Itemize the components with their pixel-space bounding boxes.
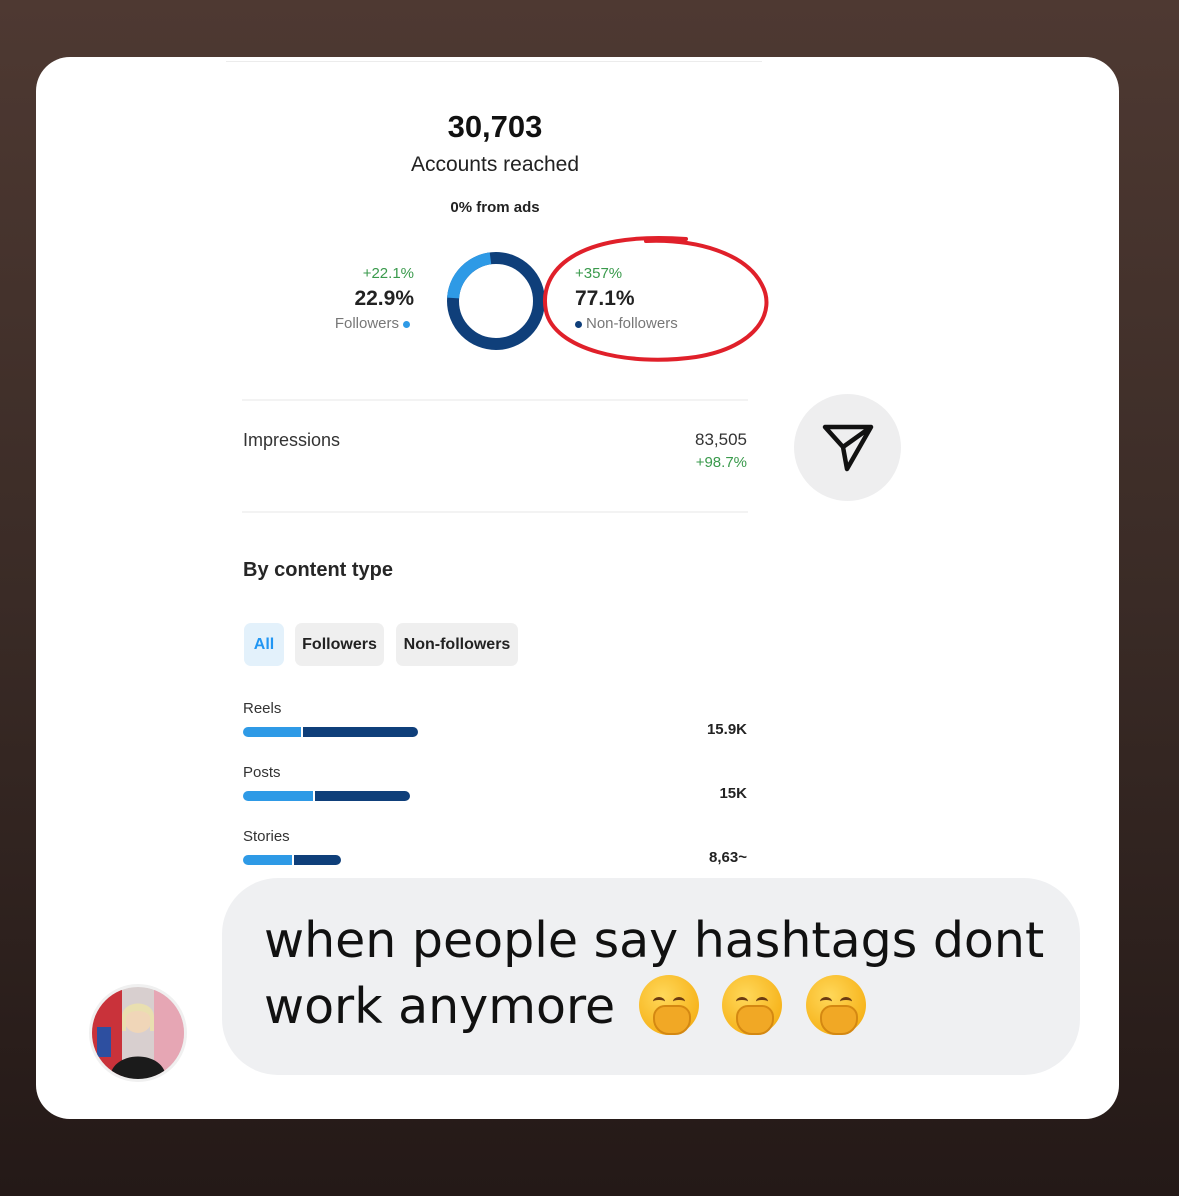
content-row-value: 15.9K bbox=[706, 721, 747, 738]
followers-legend: Followers bbox=[335, 315, 414, 332]
audience-donut-chart bbox=[447, 252, 545, 350]
impressions-label: Impressions bbox=[243, 430, 341, 450]
impressions-value: 83,505 bbox=[695, 430, 747, 449]
content-row-value: 15K bbox=[719, 785, 747, 802]
red-circle-annotation bbox=[543, 236, 769, 362]
stories-bar bbox=[243, 855, 341, 865]
content-type-title: By content type bbox=[243, 559, 394, 581]
hand-over-mouth-emoji bbox=[805, 975, 866, 1035]
impressions-delta: +98.7% bbox=[695, 454, 747, 471]
hand-over-mouth-emoji bbox=[722, 975, 783, 1035]
posts-bar-non-followers bbox=[315, 791, 410, 801]
followers-dot bbox=[403, 320, 410, 328]
accounts-reached-label: Accounts reached bbox=[410, 153, 580, 176]
content-row-label: Posts bbox=[243, 764, 281, 781]
reels-bar bbox=[243, 727, 418, 737]
reels-bar-non-followers bbox=[302, 727, 418, 737]
reels-bar-followers bbox=[243, 727, 301, 737]
reply-message: when people say hashtags dont work anymo… bbox=[264, 908, 1064, 1040]
tab-followers[interactable]: Followers bbox=[295, 623, 384, 666]
insights-screenshot: 30,703 Accounts reached 0% from ads +22.… bbox=[36, 57, 1119, 887]
send-icon bbox=[822, 424, 873, 471]
followers-legend-label: Followers bbox=[334, 315, 399, 332]
stories-bar-followers bbox=[243, 855, 292, 865]
hand-over-mouth-emoji bbox=[638, 975, 699, 1035]
posts-bar-followers bbox=[243, 791, 314, 801]
accounts-reached-value: 30,703 bbox=[447, 109, 543, 144]
tab-non-followers[interactable]: Non-followers bbox=[396, 623, 518, 666]
content-row-value: 8,63~ bbox=[709, 849, 747, 866]
story-reply-card: 30,703 Accounts reached 0% from ads +22.… bbox=[36, 57, 1119, 1119]
reply-message-bubble: when people say hashtags dont work anymo… bbox=[222, 878, 1080, 1075]
from-ads-label: 0% from ads bbox=[450, 199, 540, 216]
followers-delta: +22.1% bbox=[362, 265, 414, 282]
stories-bar-non-followers bbox=[293, 855, 341, 865]
followers-percent: 22.9% bbox=[354, 287, 414, 310]
avatar-photo bbox=[92, 987, 184, 1079]
content-row-label: Stories bbox=[243, 828, 290, 845]
top-divider bbox=[226, 61, 762, 62]
tab-all[interactable]: All bbox=[244, 623, 284, 666]
section-divider bbox=[242, 399, 748, 401]
content-row-label: Reels bbox=[243, 700, 282, 717]
avatar[interactable] bbox=[89, 984, 187, 1082]
posts-bar bbox=[243, 791, 410, 801]
share-button[interactable] bbox=[794, 394, 901, 501]
section-divider bbox=[242, 511, 748, 513]
